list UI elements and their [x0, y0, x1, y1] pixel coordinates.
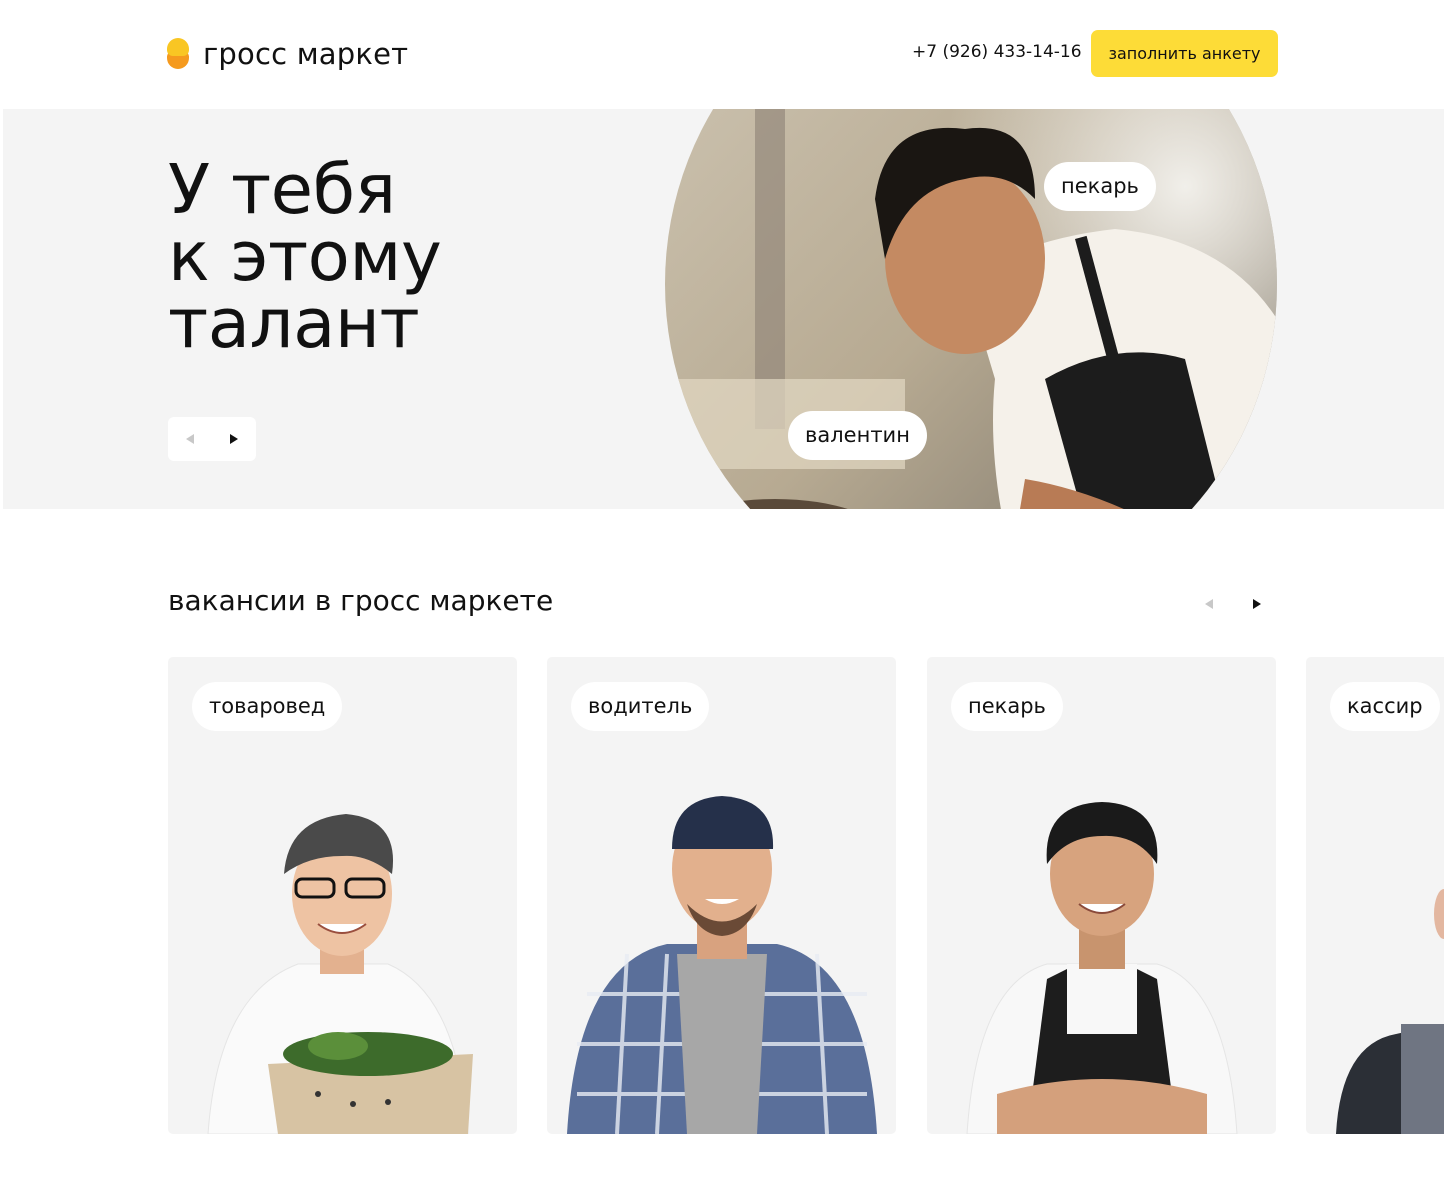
vacancy-card-merchandiser[interactable]: товаровед [168, 657, 517, 1134]
cashier-photo [1336, 889, 1444, 1134]
hero-title: У тебя к этому талант [168, 150, 442, 364]
merchandiser-photo [207, 814, 473, 1134]
site-header: гросс маркет +7 (926) 433-14-16 заполнит… [0, 0, 1444, 109]
logo-icon [167, 38, 189, 70]
hero-prev-button[interactable] [168, 417, 212, 461]
phone-link[interactable]: +7 (926) 433-14-16 [912, 42, 1082, 62]
triangle-right-icon [1253, 599, 1261, 609]
vacancy-card-driver[interactable]: водитель [547, 657, 896, 1134]
vacancy-label: товаровед [192, 682, 343, 731]
vacancy-label: кассир [1330, 682, 1440, 731]
vacancy-card-baker[interactable]: пекарь [927, 657, 1276, 1134]
vacancies-next-button[interactable] [1240, 587, 1274, 621]
hero-title-line: к этому [168, 217, 442, 297]
hero-slider-controls [168, 417, 256, 461]
vacancy-label: пекарь [951, 682, 1063, 731]
vacancy-card-cashier[interactable]: кассир [1306, 657, 1444, 1134]
hero-name-tag: валентин [788, 411, 927, 460]
logo-text: гросс маркет [203, 37, 409, 71]
hero-role-tag: пекарь [1044, 162, 1156, 211]
hero-banner: У тебя к этому талант пекарь валентин [3, 109, 1444, 509]
triangle-right-icon [230, 434, 238, 444]
vacancy-label: водитель [571, 682, 710, 731]
triangle-left-icon [186, 434, 194, 444]
hero-next-button[interactable] [212, 417, 256, 461]
hero-title-line: У тебя [168, 150, 396, 230]
driver-photo [567, 796, 877, 1134]
vacancies-slider-controls [1192, 587, 1274, 621]
fill-form-button[interactable]: заполнить анкету [1091, 30, 1278, 77]
triangle-left-icon [1205, 599, 1213, 609]
vacancies-title: вакансии в гросс маркете [168, 584, 554, 617]
logo[interactable]: гросс маркет [167, 37, 408, 71]
hero-baker-photo [665, 109, 1277, 509]
hero-title-line: талант [168, 284, 420, 364]
vacancies-prev-button[interactable] [1192, 587, 1226, 621]
baker-photo [966, 802, 1238, 1134]
